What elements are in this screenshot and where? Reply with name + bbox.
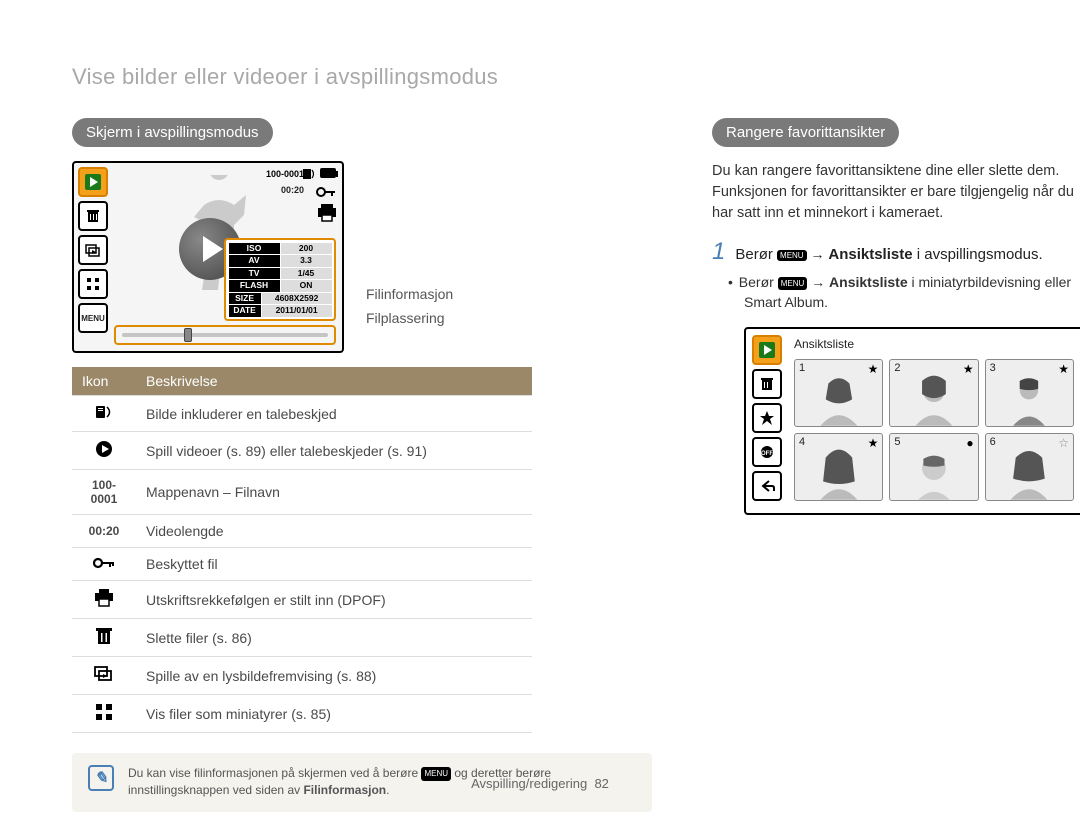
th-icon: Ikon: [72, 367, 136, 396]
section-heading-right: Rangere favorittansikter: [712, 118, 899, 147]
section-heading-left: Skjerm i avspillingsmodus: [72, 118, 273, 147]
svg-text:OFF: OFF: [761, 451, 773, 457]
slider-handle: [184, 328, 192, 342]
callout-fileinfo: Filinformasjon: [354, 283, 453, 307]
star-icon: ●: [966, 436, 973, 450]
table-row: Beskyttet fil: [72, 548, 532, 581]
text-icon: 100-0001: [72, 470, 136, 515]
file-info-box: ISO200 AV3.3 TV1/45 FLASHON SIZE4608X259…: [224, 238, 336, 321]
menu-pill: MENU: [777, 250, 807, 261]
star-icon: ★: [868, 362, 879, 376]
face-cell: 6☆: [985, 433, 1074, 501]
face-cell: 2★: [889, 359, 978, 427]
star-icon: ★: [1058, 362, 1069, 376]
facelist-screen-diagram: OFF Ansiktsliste 1★ 2★ 3★ 4★ 5● 6☆: [744, 327, 1080, 515]
text-icon: 00:20: [72, 515, 136, 548]
star-off-icon: OFF: [752, 437, 782, 467]
menu-pill: MENU: [778, 277, 808, 291]
right-column: Rangere favorittansikter Du kan rangere …: [712, 118, 1080, 812]
page-footer: Avspilling/redigering 82: [0, 776, 1080, 791]
thumbnails-icon: [95, 703, 113, 724]
protect-key-icon: [316, 185, 336, 203]
table-row: Spill videoer (s. 89) eller talebeskjede…: [72, 432, 532, 470]
rank-123-icon: [752, 403, 782, 433]
star-icon: ★: [868, 436, 879, 450]
duration-chip: 00:20: [281, 185, 304, 195]
step-sub: Berør MENU → Ansiktsliste i miniatyrbild…: [712, 272, 1080, 313]
battery-icon: [320, 168, 336, 178]
back-icon: [752, 471, 782, 501]
table-row: Slette filer (s. 86): [72, 619, 532, 657]
menu-icon: MENU: [78, 303, 108, 333]
table-row: Utskriftsrekkefølgen er stilt inn (DPOF): [72, 581, 532, 619]
intro-text: Du kan rangere favorittansiktene dine el…: [712, 161, 1080, 224]
table-row: 00:20 Videolengde: [72, 515, 532, 548]
star-icon: ☆: [1058, 436, 1069, 450]
play-round-icon: [95, 440, 113, 461]
face-cell: 3★: [985, 359, 1074, 427]
th-desc: Beskrivelse: [136, 367, 532, 396]
callout-labels: Filinformasjon Filplassering: [354, 283, 453, 331]
thumbnails-icon: [78, 269, 108, 299]
trash-icon: [78, 201, 108, 231]
key-icon: [93, 557, 115, 572]
star-icon: ★: [963, 362, 974, 376]
table-row: Spille av en lysbildefremvising (s. 88): [72, 657, 532, 695]
playback-screen-diagram: MENU 100-0001 00:20: [72, 161, 344, 353]
printer-icon: [316, 203, 338, 228]
play-mode-icon: [78, 167, 108, 197]
table-row: 100-0001 Mappenavn – Filnavn: [72, 470, 532, 515]
page-title: Vise bilder eller videoer i avspillingsm…: [72, 64, 1008, 90]
play-mode-icon: [752, 335, 782, 365]
face-cell: 1★: [794, 359, 883, 427]
voice-memo-icon: [95, 404, 113, 423]
icon-description-table: Ikon Beskrivelse Bilde inkluderer en tal…: [72, 367, 532, 733]
printer-icon: [94, 589, 114, 610]
slideshow-icon: [78, 235, 108, 265]
voice-memo-icon: [302, 167, 316, 181]
face-cell: 4★: [794, 433, 883, 501]
slideshow-icon: [94, 665, 114, 686]
filename-chip: 100-0001: [266, 169, 304, 179]
trash-icon: [96, 627, 112, 648]
left-column: Skjerm i avspillingsmodus: [72, 118, 652, 812]
step-number: 1: [712, 238, 725, 266]
position-slider: [114, 325, 336, 345]
table-row: Bilde inkluderer en talebeskjed: [72, 396, 532, 432]
step-1: 1 Berør MENU → Ansiktsliste i avspilling…: [712, 238, 1080, 266]
trash-icon: [752, 369, 782, 399]
callout-filepos: Filplassering: [354, 307, 453, 331]
facelist-title: Ansiktsliste: [794, 337, 854, 351]
table-row: Vis filer som miniatyrer (s. 85): [72, 695, 532, 733]
face-cell: 5●: [889, 433, 978, 501]
